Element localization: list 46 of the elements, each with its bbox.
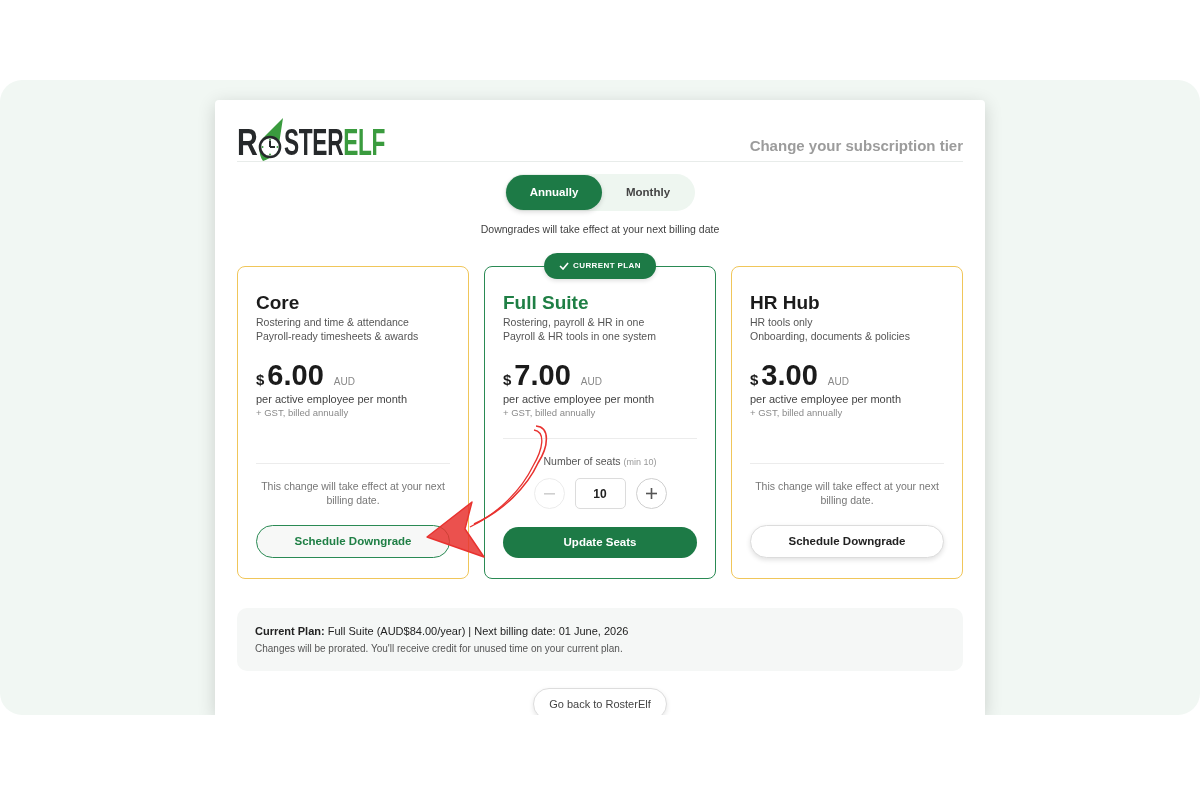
logo-text: STERELF xyxy=(283,129,385,156)
plan-description: Payroll & HR tools in one system xyxy=(503,329,657,343)
increase-button[interactable] xyxy=(635,478,667,509)
plan-name: HR Hub xyxy=(750,291,821,315)
billing-tab[interactable]: Annually xyxy=(506,175,602,210)
price-amount: 3.00 xyxy=(761,358,818,392)
plan-name: Full Suite xyxy=(503,291,590,315)
current-plan-text: Current Plan: Full Suite (AUD$84.00/year) | Next billing date: 01 June, 2026 xyxy=(255,624,630,639)
price-unit: per active employee per month xyxy=(503,392,656,406)
page-title: Change your subscription tier xyxy=(749,138,963,153)
back-button[interactable]: Go back to RosterElf xyxy=(533,688,667,715)
currency-code: AUD xyxy=(333,375,355,389)
currency-code: AUD xyxy=(580,375,602,389)
plan-description: Rostering, payroll & HR in one xyxy=(503,315,646,329)
currency-code: AUD xyxy=(827,375,849,389)
logo-text: R xyxy=(237,129,258,156)
currency-symbol: $ xyxy=(256,370,265,390)
billing-note: + GST, billed annually xyxy=(503,406,597,420)
billing-tab[interactable]: Monthly xyxy=(602,175,694,210)
plan-description: HR tools only xyxy=(750,315,814,329)
update-button[interactable]: Update Seats xyxy=(503,527,697,558)
plan-description: Payroll-ready timesheets & awards xyxy=(256,329,420,343)
seats-input[interactable]: 10 xyxy=(574,478,626,509)
downgrade-button[interactable]: Schedule Downgrade xyxy=(750,525,944,558)
price-amount: 6.00 xyxy=(267,358,324,392)
plus-icon xyxy=(645,488,657,499)
seats-label: Number of seats (min 10) xyxy=(543,454,657,469)
price-unit: per active employee per month xyxy=(750,392,903,406)
plan-description: Rostering and time & attendance xyxy=(256,315,410,329)
billing-note: + GST, billed annually xyxy=(750,406,844,420)
price-amount: 7.00 xyxy=(514,358,571,392)
plan-description: Onboarding, documents & policies xyxy=(750,329,911,343)
notice-text: Downgrades will take effect at your next billing date xyxy=(479,222,721,236)
currency-symbol: $ xyxy=(750,370,759,390)
plan-name: Core xyxy=(256,291,301,315)
currency-symbol: $ xyxy=(503,370,512,390)
effect-note: This change will take effect at your next billing date. xyxy=(260,479,446,507)
check-icon xyxy=(559,262,570,270)
effect-note: This change will take effect at your next billing date. xyxy=(754,479,940,507)
badge-label: CURRENT PLAN xyxy=(573,260,641,272)
price-unit: per active employee per month xyxy=(256,392,409,406)
downgrade-button[interactable]: Schedule Downgrade xyxy=(256,525,450,558)
billing-note: + GST, billed annually xyxy=(256,406,350,420)
proration-note: Changes will be prorated. You'll receive credit for unused time on your current plan. xyxy=(255,642,624,656)
minus-icon xyxy=(543,492,555,495)
clock-leaf-icon xyxy=(256,118,284,162)
